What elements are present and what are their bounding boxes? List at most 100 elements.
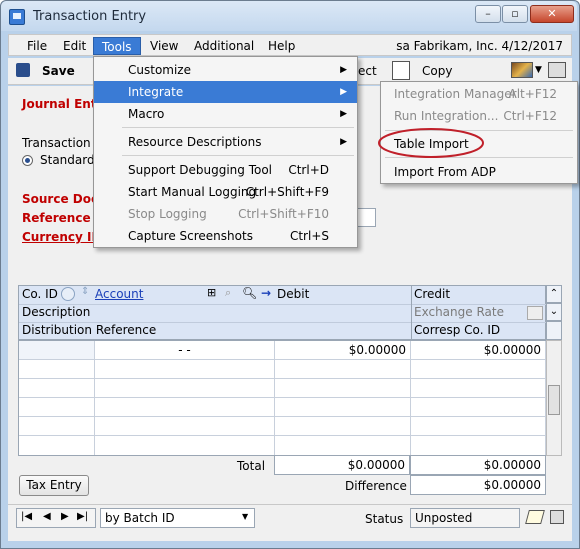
difference-label: Difference [345,479,407,493]
description-header: Description [22,305,91,319]
table-row[interactable] [19,379,95,398]
menu-item-label: Macro [128,107,165,121]
table-row[interactable] [275,398,411,417]
grid-body: - - $0.00000 $0.00000 [18,340,546,456]
debit-header: Debit [277,287,310,301]
menu-help[interactable]: Help [260,37,303,55]
menu-view[interactable]: View [142,37,186,55]
journal-entry-label: Journal Entr [22,97,103,111]
table-row[interactable] [19,398,95,417]
menu-tools[interactable]: Tools [93,37,141,55]
table-row[interactable] [95,436,275,455]
credit-cell[interactable]: $0.00000 [411,341,546,360]
menu-item-macro[interactable]: Macro ▶ [94,103,357,125]
table-row[interactable] [95,417,275,436]
table-row[interactable] [275,417,411,436]
table-row[interactable] [411,360,546,379]
copy-button[interactable]: Copy [422,62,452,80]
menu-item-shortcut: Ctrl+F12 [503,109,557,123]
maximize-button[interactable]: ▫ [502,5,528,23]
standard-radio[interactable] [22,155,33,166]
menu-item-capture-screenshots[interactable]: Capture Screenshots Ctrl+S [94,225,357,247]
credit-header: Credit [414,287,451,301]
distribution-reference-header: Distribution Reference [22,323,157,337]
table-row[interactable] [19,417,95,436]
corresp-co-id-header: Corresp Co. ID [414,323,501,337]
table-row[interactable] [95,360,275,379]
sort-icon[interactable]: ⇕ [81,286,89,297]
menu-item-label: Integration Manager [394,87,517,101]
co-id-header: Co. ID [22,287,58,301]
correct-button[interactable]: ect [358,62,377,80]
window-title: Transaction Entry [33,9,147,24]
title-bar: Transaction Entry – ▫ ✕ [1,1,577,31]
lookup-icon[interactable] [61,287,75,301]
menu-item-customize[interactable]: Customize ▶ [94,59,357,81]
grid-scrollbar[interactable] [546,340,562,456]
table-row[interactable] [275,436,411,455]
sort-select[interactable]: by Batch ID [100,508,255,528]
menu-edit[interactable]: Edit [55,37,94,55]
table-row[interactable] [95,379,275,398]
menu-file[interactable]: File [19,37,55,55]
first-record-icon[interactable]: |◀ [21,511,32,522]
table-row[interactable] [95,398,275,417]
menu-item-label: Support Debugging Tool [128,163,273,177]
minimize-button[interactable]: – [475,5,501,23]
record-navigator: |◀ ◀ ▶ ▶| [16,508,96,528]
menu-item-support-debugging-tool[interactable]: Support Debugging Tool Ctrl+D [94,159,357,181]
help-icon[interactable] [550,510,564,524]
expand-down-icon[interactable]: ⌄ [546,303,562,321]
last-record-icon[interactable]: ▶| [77,511,88,522]
save-button[interactable]: Save [42,62,75,80]
debit-cell[interactable]: $0.00000 [275,341,411,360]
calc-icon[interactable] [527,306,543,320]
table-row[interactable] [19,436,95,455]
table-row[interactable] [275,379,411,398]
table-row[interactable] [19,360,95,379]
chevron-down-icon[interactable]: ▼ [242,512,248,521]
close-button[interactable]: ✕ [530,5,574,23]
prev-record-icon[interactable]: ◀ [43,511,51,522]
table-row[interactable] [411,436,546,455]
chevron-down-icon[interactable]: ▼ [535,62,542,78]
submenu-arrow-icon: ▶ [340,137,347,147]
menu-item-start-manual-logging[interactable]: Start Manual Logging Ctrl+Shift+F9 [94,181,357,203]
menu-item-label: Run Integration... [394,109,499,123]
menu-bar: File Edit Tools View Additional Help sa … [8,34,572,56]
save-icon [16,63,30,77]
menu-item-integrate[interactable]: Integrate ▶ [94,81,357,103]
table-row[interactable] [19,341,95,360]
print-icon[interactable] [548,62,566,78]
total-label: Total [237,459,266,473]
grid-header: Co. ID ⇕ Account ⊞ ⌕ 🔍︎ → Debit Credit D… [18,285,547,340]
menu-item-integration-manager[interactable]: Integration Manager Alt+F12 [381,83,577,105]
menu-item-import-from-adp[interactable]: Import From ADP [381,161,577,183]
menu-item-resource-descriptions[interactable]: Resource Descriptions ▶ [94,131,357,153]
expand-up-icon[interactable]: ⌃ [546,285,562,303]
magnifier-icon[interactable]: 🔍︎ [242,286,257,300]
menu-additional[interactable]: Additional [186,37,262,55]
tools-icon[interactable] [511,62,533,78]
next-record-icon[interactable]: ▶ [61,511,69,522]
grid-corner [546,321,562,340]
hierarchy-icon[interactable]: ⊞ [207,286,216,299]
table-row[interactable] [275,360,411,379]
menu-item-shortcut: Ctrl+Shift+F10 [238,207,329,221]
scrollbar-thumb[interactable] [548,385,560,415]
difference-credit-field: $0.00000 [410,475,546,495]
menu-item-run-integration[interactable]: Run Integration... Ctrl+F12 [381,105,577,127]
account-cell[interactable]: - - [95,341,275,360]
currency-id-link[interactable]: Currency ID [22,230,101,244]
menu-item-shortcut: Ctrl+S [289,229,329,243]
menu-item-label: Customize [128,63,191,77]
table-row[interactable] [411,379,546,398]
table-row[interactable] [411,398,546,417]
search-icon[interactable]: ⌕ [225,286,231,300]
table-row[interactable] [411,417,546,436]
menu-item-stop-logging[interactable]: Stop Logging Ctrl+Shift+F10 [94,203,357,225]
arrow-right-icon[interactable]: → [261,286,271,300]
account-header-link[interactable]: Account [95,287,143,301]
reference-field-edge[interactable] [355,208,376,227]
tax-entry-button[interactable]: Tax Entry [19,475,89,496]
